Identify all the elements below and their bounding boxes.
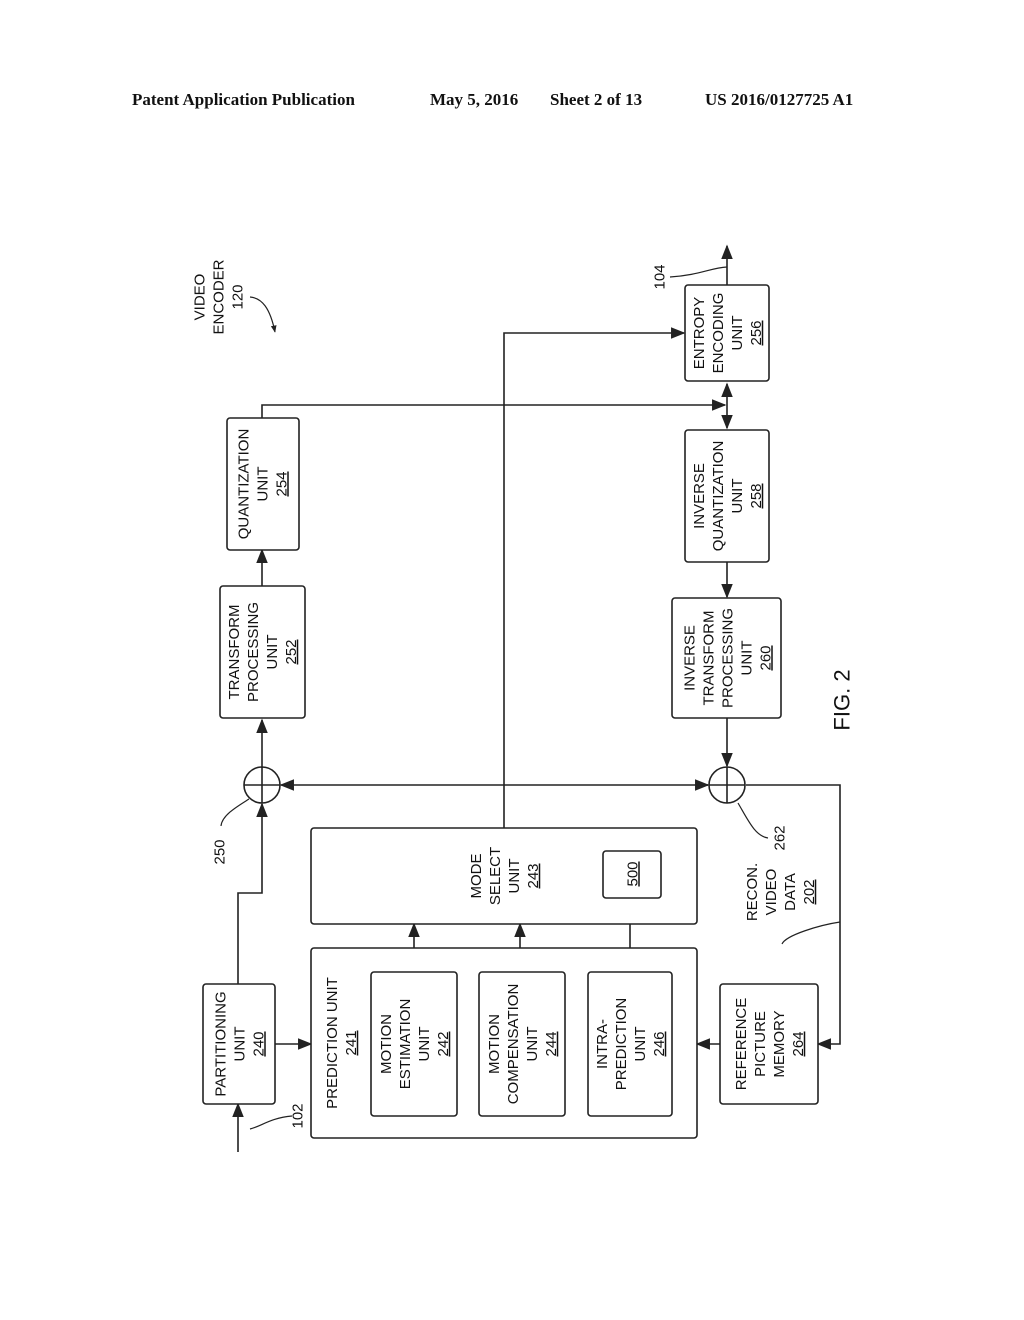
leader-250 (220, 798, 250, 827)
encoder-diagram: PARTITIONING UNIT 240 PREDICTION UNIT 241 MOT… (191, 244, 855, 1152)
summer-262 (708, 766, 746, 804)
fig-caption-label: FIG. 2 (830, 669, 855, 730)
block-500-label: 500 (624, 861, 641, 886)
leader-120 (249, 296, 277, 333)
leader-102 (249, 1115, 293, 1130)
ref-262-label: 262 (771, 825, 788, 850)
recon-video-data-label: RECON. VIDEO DATA 202 (744, 863, 818, 921)
quant-to-entropy-arrow (261, 399, 727, 418)
mode-to-entropy-arrow (503, 327, 686, 828)
summer-250 (243, 766, 281, 804)
ref-104-label: 104 (651, 264, 668, 289)
leader-202 (781, 921, 841, 945)
leader-104 (669, 266, 728, 278)
ref-250-label: 250 (211, 839, 228, 864)
ref-102-label: 102 (289, 1103, 306, 1128)
leader-262 (737, 802, 769, 839)
partition-to-summer-arrow (237, 802, 268, 984)
video-encoder-title-label: VIDEO ENCODER 120 (191, 259, 246, 334)
